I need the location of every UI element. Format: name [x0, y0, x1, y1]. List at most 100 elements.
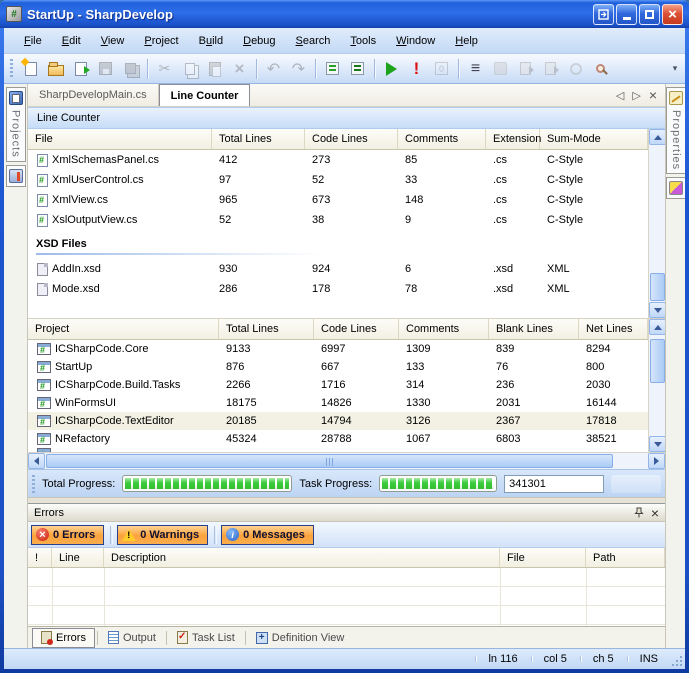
reload-file-button[interactable] [69, 57, 92, 80]
column-header-total-lines[interactable]: Total Lines [212, 129, 305, 149]
tab-sharpdevelopmain-cs[interactable]: SharpDevelopMain.cs [28, 84, 159, 106]
bottom-tab-output[interactable]: Output [100, 628, 164, 648]
scroll-thumb[interactable] [46, 454, 613, 468]
menu-window[interactable]: Window [386, 31, 445, 51]
table-row[interactable]: XmlUserControl.cs975233.csC-Style [28, 170, 665, 190]
menu-debug[interactable]: Debug [233, 31, 285, 51]
close-button[interactable] [662, 4, 683, 25]
column-header-file[interactable]: File [28, 129, 212, 149]
run-button[interactable] [380, 57, 403, 80]
app-icon [6, 6, 22, 22]
column-header-blank[interactable]: ! [28, 548, 52, 567]
table-row[interactable]: Mode.xsd28617878.xsdXML [28, 279, 665, 299]
column-header-code-lines[interactable]: Code Lines [305, 129, 398, 149]
bottom-tab-definition-view[interactable]: Definition View [248, 628, 353, 648]
table-row[interactable]: ICSharpCode.TextEditor201851479431262367… [28, 412, 665, 430]
xsd-rows: AddIn.xsd9309246.xsdXMLMode.xsd28617878.… [28, 259, 665, 299]
errors-tab-icon [41, 631, 52, 644]
column-header-code-lines[interactable]: Code Lines [314, 319, 399, 339]
scroll-down-button[interactable] [649, 436, 665, 452]
column-header-description[interactable]: Description [104, 548, 500, 567]
close-icon[interactable] [651, 505, 659, 521]
column-header-path[interactable]: Path [586, 548, 665, 567]
table-row[interactable]: WinFormsUI18175148261330203116144 [28, 394, 665, 412]
projects-vertical-scrollbar[interactable] [648, 319, 665, 452]
filter-0-messages-button[interactable]: 0 Messages [221, 525, 314, 545]
breakpoint-button[interactable] [405, 57, 428, 80]
total-progress-label: Total Progress: [42, 478, 115, 490]
horizontal-scrollbar[interactable] [28, 452, 665, 469]
menu-project[interactable]: Project [134, 31, 188, 51]
table-row[interactable]: XmlSchemasPanel.cs41227385.csC-Style [28, 150, 665, 170]
pad-tab-projects[interactable]: Projects [6, 87, 26, 162]
column-header-net-lines[interactable]: Net Lines [579, 319, 648, 339]
column-header-file[interactable]: File [500, 548, 586, 567]
scroll-thumb[interactable] [650, 339, 665, 383]
column-header-extension[interactable]: Extension [486, 129, 540, 149]
menu-search[interactable]: Search [286, 31, 341, 51]
table-row[interactable]: ICSharpCode.Build.Tasks22661716314236203… [28, 376, 665, 394]
toolbar-overflow-button[interactable] [669, 63, 681, 74]
menu-help[interactable]: Help [445, 31, 488, 51]
filter-0-warnings-button[interactable]: 0 Warnings [117, 525, 208, 545]
pad-tab-tools-pad-icon[interactable] [6, 165, 26, 187]
table-row[interactable]: XslOutputView.cs52389.csC-Style [28, 210, 665, 230]
pad-tab-classes-pad-icon[interactable] [666, 177, 685, 199]
square-icon [494, 62, 507, 75]
menu-edit[interactable]: Edit [52, 31, 91, 51]
stop-search-button [564, 57, 587, 80]
comment-region-button[interactable] [321, 57, 344, 80]
minimize-button[interactable] [616, 4, 637, 25]
resize-grip[interactable] [671, 649, 685, 669]
document-tabs: SharpDevelopMain.csLine Counter [28, 84, 250, 106]
title-bar[interactable]: StartUp - SharpDevelop [0, 0, 689, 28]
bottom-tab-task-list[interactable]: Task List [169, 628, 243, 648]
toolbar-separator [458, 59, 459, 79]
scroll-thumb[interactable] [650, 273, 665, 301]
scroll-left-button[interactable] [28, 453, 45, 469]
column-header-total-lines[interactable]: Total Lines [219, 319, 314, 339]
progress-grip[interactable] [32, 475, 35, 493]
scroll-down-button[interactable] [649, 302, 665, 318]
filter-0-errors-button[interactable]: 0 Errors [31, 525, 104, 545]
menu-file[interactable]: File [14, 31, 52, 51]
search-button[interactable] [589, 57, 612, 80]
menu-build[interactable]: Build [189, 31, 233, 51]
table-row[interactable]: AddIn.xsd9309246.xsdXML [28, 259, 665, 279]
scroll-up-button[interactable] [649, 129, 665, 145]
close-tab-icon[interactable] [649, 87, 657, 103]
pad-tab-properties[interactable]: Properties [666, 87, 685, 174]
delete-button [228, 57, 251, 80]
column-header-sum-mode[interactable]: Sum-Mode [540, 129, 648, 149]
document-tab-strip: SharpDevelopMain.csLine Counter [28, 84, 665, 107]
next-tab-icon[interactable] [632, 89, 640, 102]
menu-view[interactable]: View [91, 31, 135, 51]
pin-icon[interactable] [634, 507, 644, 518]
table-row[interactable]: ICSharpCode.Core9133699713098398294 [28, 340, 665, 358]
sort-lines-button[interactable] [464, 57, 487, 80]
files-vertical-scrollbar[interactable] [648, 129, 665, 318]
maximize-button[interactable] [639, 4, 660, 25]
bottom-tab-errors[interactable]: Errors [32, 628, 95, 648]
step-into-icon [545, 62, 556, 75]
column-header-line[interactable]: Line [52, 548, 104, 567]
properties-pad-icon [669, 91, 683, 105]
table-row[interactable]: XmlView.cs965673148.csC-Style [28, 190, 665, 210]
toolwindow-button[interactable] [593, 4, 614, 25]
app-window: StartUp - SharpDevelop FileEditViewProje… [0, 0, 689, 673]
tab-line-counter[interactable]: Line Counter [159, 84, 251, 106]
menu-tools[interactable]: Tools [340, 31, 386, 51]
uncomment-region-button[interactable] [346, 57, 369, 80]
open-file-button[interactable] [44, 57, 67, 80]
column-header-blank-lines[interactable]: Blank Lines [489, 319, 579, 339]
scroll-up-button[interactable] [649, 319, 665, 335]
toolbar-grip[interactable] [10, 59, 13, 79]
table-row[interactable]: StartUp87666713376800 [28, 358, 665, 376]
column-header-comments[interactable]: Comments [398, 129, 486, 149]
new-file-button[interactable] [19, 57, 42, 80]
table-row[interactable]: NRefactory45324287881067680338521 [28, 430, 665, 448]
column-header-comments[interactable]: Comments [399, 319, 489, 339]
scroll-right-button[interactable] [648, 453, 665, 469]
column-header-project[interactable]: Project [28, 319, 219, 339]
prev-tab-icon[interactable] [616, 89, 624, 102]
